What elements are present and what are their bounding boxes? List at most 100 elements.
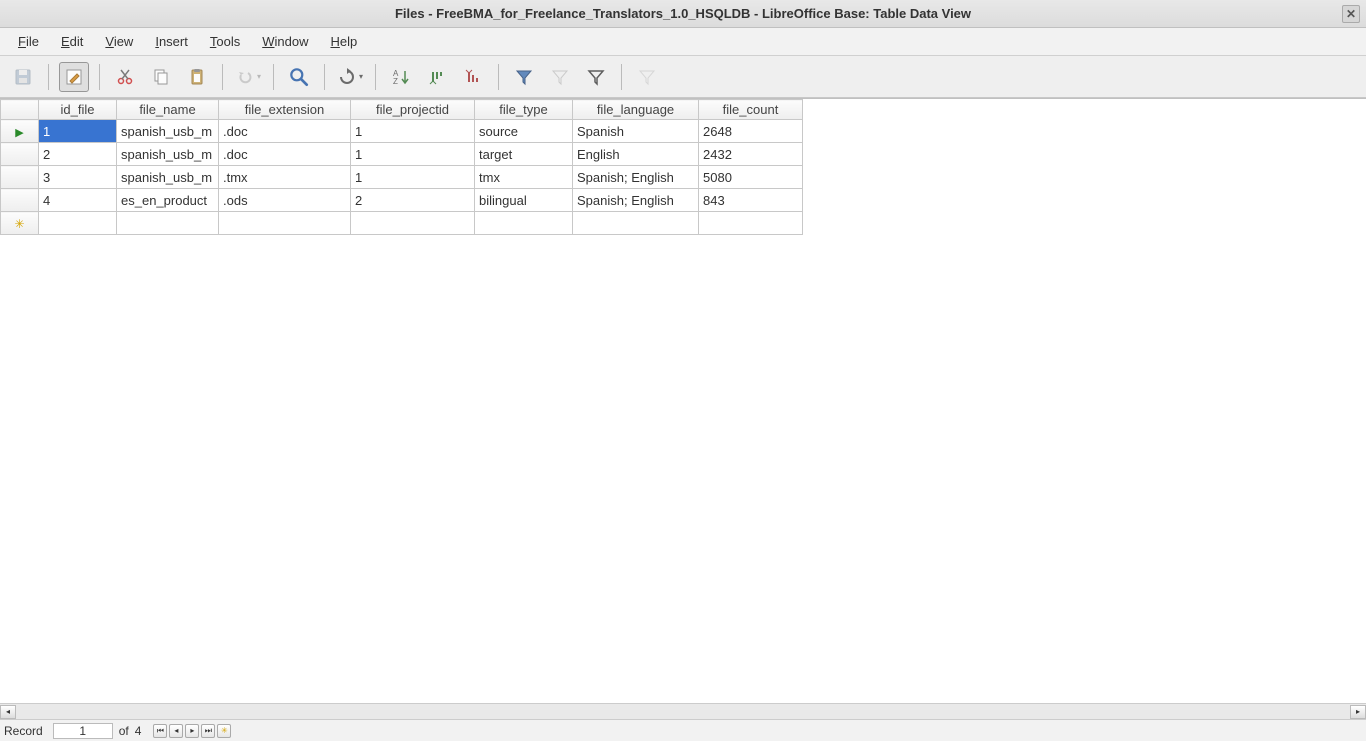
edit-data-button[interactable] (59, 62, 89, 92)
col-header-file-type[interactable]: file_type (475, 100, 573, 120)
cell-file_projectid[interactable]: 1 (351, 143, 475, 166)
nav-last-button[interactable]: ⏭ (201, 724, 215, 738)
cell-file_language[interactable]: English (573, 143, 699, 166)
titlebar: Files - FreeBMA_for_Freelance_Translator… (0, 0, 1366, 28)
cell-empty[interactable] (475, 212, 573, 235)
cell-file_projectid[interactable]: 1 (351, 166, 475, 189)
row-marker[interactable] (1, 189, 39, 212)
cell-file_type[interactable]: source (475, 120, 573, 143)
cell-file_extension[interactable]: .tmx (219, 166, 351, 189)
cell-file_count[interactable]: 5080 (699, 166, 803, 189)
sort-button[interactable]: AZ (386, 62, 416, 92)
cell-file_extension[interactable]: .doc (219, 120, 351, 143)
col-header-file-projectid[interactable]: file_projectid (351, 100, 475, 120)
cell-id_file[interactable]: 3 (39, 166, 117, 189)
menu-file[interactable]: File (8, 30, 49, 53)
cell-id_file[interactable]: 2 (39, 143, 117, 166)
row-marker-new[interactable]: ✳ (1, 212, 39, 235)
menu-insert[interactable]: Insert (145, 30, 198, 53)
col-header-id-file[interactable]: id_file (39, 100, 117, 120)
cut-icon (115, 67, 135, 87)
col-header-file-count[interactable]: file_count (699, 100, 803, 120)
cell-empty[interactable] (699, 212, 803, 235)
menu-window[interactable]: Window (252, 30, 318, 53)
menu-help[interactable]: Help (320, 30, 367, 53)
close-button[interactable]: ✕ (1342, 5, 1360, 23)
cell-file_extension[interactable]: .ods (219, 189, 351, 212)
cell-file_extension[interactable]: .doc (219, 143, 351, 166)
chevron-down-icon: ▾ (359, 72, 363, 81)
scroll-track[interactable] (16, 705, 1350, 719)
nav-new-button[interactable]: ✳ (217, 724, 231, 738)
standard-filter-icon (586, 67, 606, 87)
row-marker[interactable] (1, 143, 39, 166)
cell-file_count[interactable]: 843 (699, 189, 803, 212)
row-marker[interactable] (1, 166, 39, 189)
sort-asc-icon (427, 67, 447, 87)
table-row[interactable]: 4es_en_product.ods2bilingualSpanish; Eng… (1, 189, 803, 212)
menu-edit[interactable]: Edit (51, 30, 93, 53)
refresh-button[interactable]: ▾ (335, 62, 365, 92)
cell-file_name[interactable]: spanish_usb_m (117, 143, 219, 166)
edit-data-icon (64, 67, 84, 87)
menu-tools[interactable]: Tools (200, 30, 250, 53)
table-row[interactable]: ▶1spanish_usb_m.doc1sourceSpanish2648 (1, 120, 803, 143)
header-row: id_file file_name file_extension file_pr… (1, 100, 803, 120)
sort-desc-icon (463, 67, 483, 87)
cell-empty[interactable] (219, 212, 351, 235)
table-row[interactable]: 2spanish_usb_m.doc1targetEnglish2432 (1, 143, 803, 166)
cell-file_count[interactable]: 2432 (699, 143, 803, 166)
scroll-right-button[interactable]: ▸ (1350, 705, 1366, 719)
table-scroll[interactable]: id_file file_name file_extension file_pr… (0, 98, 1366, 703)
save-button (8, 62, 38, 92)
cell-id_file[interactable]: 1 (39, 120, 117, 143)
cell-empty[interactable] (117, 212, 219, 235)
paste-button[interactable] (182, 62, 212, 92)
separator (273, 64, 274, 90)
separator (222, 64, 223, 90)
nav-first-button[interactable]: ⏮ (153, 724, 167, 738)
corner-cell[interactable] (1, 100, 39, 120)
cell-file_type[interactable]: target (475, 143, 573, 166)
record-current[interactable]: 1 (53, 723, 113, 739)
nav-next-button[interactable]: ▸ (185, 724, 199, 738)
cut-button[interactable] (110, 62, 140, 92)
col-header-file-name[interactable]: file_name (117, 100, 219, 120)
cell-file_projectid[interactable]: 2 (351, 189, 475, 212)
standard-filter-button[interactable] (581, 62, 611, 92)
scroll-left-button[interactable]: ◂ (0, 705, 16, 719)
current-row-icon: ▶ (15, 127, 23, 139)
cell-file_type[interactable]: tmx (475, 166, 573, 189)
horizontal-scrollbar[interactable]: ◂ ▸ (0, 703, 1366, 719)
cell-empty[interactable] (573, 212, 699, 235)
col-header-file-language[interactable]: file_language (573, 100, 699, 120)
cell-file_language[interactable]: Spanish; English (573, 166, 699, 189)
close-icon: ✕ (1346, 7, 1356, 21)
separator (324, 64, 325, 90)
separator (99, 64, 100, 90)
copy-button[interactable] (146, 62, 176, 92)
cell-empty[interactable] (39, 212, 117, 235)
cell-file_projectid[interactable]: 1 (351, 120, 475, 143)
paste-icon (187, 67, 207, 87)
table-row[interactable]: 3spanish_usb_m.tmx1tmxSpanish; English50… (1, 166, 803, 189)
menu-view[interactable]: View (95, 30, 143, 53)
cell-id_file[interactable]: 4 (39, 189, 117, 212)
cell-file_name[interactable]: es_en_product (117, 189, 219, 212)
remove-filter-icon (637, 67, 657, 87)
cell-file_type[interactable]: bilingual (475, 189, 573, 212)
find-button[interactable] (284, 62, 314, 92)
cell-file_language[interactable]: Spanish (573, 120, 699, 143)
row-marker[interactable]: ▶ (1, 120, 39, 143)
col-header-file-extension[interactable]: file_extension (219, 100, 351, 120)
new-record-row[interactable]: ✳ (1, 212, 803, 235)
sort-desc-button[interactable] (458, 62, 488, 92)
nav-prev-button[interactable]: ◂ (169, 724, 183, 738)
autofilter-button[interactable] (509, 62, 539, 92)
cell-empty[interactable] (351, 212, 475, 235)
cell-file_language[interactable]: Spanish; English (573, 189, 699, 212)
sort-asc-button[interactable] (422, 62, 452, 92)
cell-file_name[interactable]: spanish_usb_m (117, 120, 219, 143)
cell-file_count[interactable]: 2648 (699, 120, 803, 143)
cell-file_name[interactable]: spanish_usb_m (117, 166, 219, 189)
